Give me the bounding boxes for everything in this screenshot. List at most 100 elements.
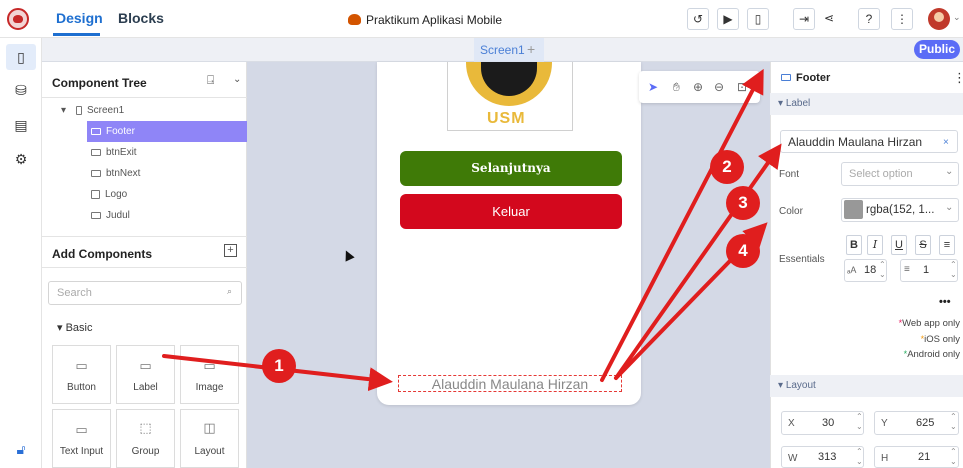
tree-item-btnexit[interactable]: btnExit (91, 147, 137, 158)
footer-label[interactable]: Alauddin Maulana Hirzan (398, 376, 622, 392)
tab-blocks[interactable]: Blocks (118, 10, 164, 26)
label-text-value: Alauddin Maulana Hirzan (788, 135, 923, 149)
x-label: X (788, 418, 795, 429)
more-icon[interactable]: ⋮ (953, 70, 963, 86)
component-layout[interactable] (180, 409, 239, 468)
history-icon[interactable]: ↺ (687, 8, 709, 30)
add-screen-button[interactable]: + (527, 41, 535, 57)
fit-screen-icon[interactable]: ⊡ (737, 80, 747, 94)
underline-icon[interactable]: U (891, 235, 907, 255)
preview-icon[interactable]: ▶ (717, 8, 739, 30)
note-android-only: *Android only (903, 349, 960, 360)
image-icon: ▭ (203, 358, 216, 373)
app-logo-icon[interactable] (7, 8, 29, 30)
align-icon[interactable]: ≡ (939, 235, 955, 255)
zoom-in-icon[interactable]: ⊕ (693, 80, 703, 94)
stepper-arrows[interactable]: ⌃ ⌄ (856, 447, 863, 467)
tree-item-screen1[interactable]: Screen1 (76, 105, 124, 116)
stepper-arrows[interactable]: ⌃ ⌄ (950, 447, 957, 467)
tree-item-logo[interactable]: Logo (91, 189, 127, 200)
note-web-only: *Web app only (898, 318, 960, 329)
stepper-arrows[interactable]: ⌃ ⌄ (879, 260, 886, 280)
tree-expand-icon[interactable]: ▾ (61, 105, 66, 116)
font-size-icon: ₐA (847, 265, 857, 275)
color-value: rgba(152, 1... (866, 204, 935, 216)
add-screen-icon[interactable]: ⍈ (207, 73, 214, 88)
note-ios-only: *iOS only (920, 334, 960, 345)
tree-item-btnnext[interactable]: btnNext (91, 168, 140, 179)
left-icon-rail (0, 38, 42, 468)
database-icon[interactable]: ⛁ (11, 80, 31, 100)
category-label: Basic (65, 322, 93, 334)
add-icon[interactable]: + (224, 244, 237, 257)
line-height-value: 1 (923, 264, 930, 276)
essentials-label: Essentials (779, 254, 825, 265)
button-icon (91, 169, 101, 177)
zoom-out-icon[interactable]: ⊖ (714, 80, 724, 94)
screen-tab-label[interactable]: Screen1 (480, 43, 525, 57)
w-value: 313 (818, 451, 837, 463)
line-height-icon: ≡ (904, 264, 910, 275)
stepper-arrows[interactable]: ⌃ ⌄ (950, 412, 957, 432)
user-avatar[interactable] (928, 8, 950, 30)
chevron-down-icon: ⌄ (945, 202, 954, 213)
font-label: Font (779, 169, 800, 180)
lock-icon[interactable]: 🔓︎ (11, 439, 31, 459)
tree-item-judul[interactable]: Judul (91, 210, 130, 221)
public-button[interactable]: Public (914, 40, 960, 59)
next-button[interactable]: Selanjutnya (400, 151, 622, 186)
more-options-icon[interactable]: ••• (939, 296, 951, 308)
stepper-arrows[interactable]: ⌃ ⌄ (950, 260, 957, 280)
component-name: Footer (796, 72, 831, 84)
help-icon[interactable]: ? (858, 8, 880, 30)
font-size-value: 18 (864, 264, 877, 276)
divider (42, 267, 247, 268)
component-text-input[interactable] (52, 409, 111, 468)
stepper-arrows[interactable]: ⌃ ⌄ (856, 412, 863, 432)
component-group[interactable] (116, 409, 175, 468)
component-button[interactable] (52, 345, 111, 404)
device-preview-icon[interactable]: ▯ (747, 8, 769, 30)
color-swatch[interactable] (844, 200, 863, 219)
settings-icon[interactable]: ⚙ (11, 149, 31, 169)
clear-icon[interactable]: × (943, 137, 949, 148)
add-components-title: Add Components (52, 247, 152, 261)
pointer-icon[interactable]: ➤ (648, 80, 658, 94)
tree-item-footer[interactable]: Footer (91, 126, 135, 137)
category-basic[interactable]: ▾ Basic (57, 321, 92, 334)
screen-icon[interactable]: ▯ (11, 47, 31, 67)
component-image[interactable] (180, 345, 239, 404)
search-icon: ⌕ (227, 286, 233, 296)
text-input-icon: ▭ (75, 422, 88, 437)
component-label-item[interactable] (116, 345, 175, 404)
y-value: 625 (916, 417, 935, 429)
bold-icon[interactable]: B (846, 235, 862, 255)
button-icon: ▭ (75, 358, 88, 373)
chevron-down-icon[interactable]: ⌄ (953, 12, 961, 23)
note-text: Web app only (902, 318, 960, 329)
strikethrough-icon[interactable]: S (915, 235, 931, 255)
hand-icon[interactable]: ✋︎ (673, 80, 680, 95)
component-label: Label (133, 382, 158, 393)
image-icon (91, 189, 100, 199)
chevron-down-icon[interactable]: ⌄ (233, 74, 241, 85)
font-select-placeholder: Select option (849, 168, 913, 180)
project-title[interactable]: Praktikum Aplikasi Mobile (366, 13, 502, 27)
tab-design[interactable]: Design (56, 10, 103, 26)
chevron-down-icon: ⌄ (945, 166, 954, 177)
component-label: Group (131, 446, 160, 457)
label-icon (781, 74, 791, 81)
color-label: Color (779, 206, 803, 217)
more-icon[interactable]: ⋮ (891, 8, 913, 30)
tree-item-label: Judul (106, 210, 130, 221)
divider (42, 97, 247, 98)
exit-button[interactable]: Keluar (400, 194, 622, 229)
italic-icon[interactable]: I (867, 235, 883, 255)
assets-icon[interactable]: ▤ (11, 115, 31, 135)
tree-item-label: btnNext (106, 168, 141, 179)
export-icon[interactable]: ⇥ (793, 8, 815, 30)
layout-icon: ◫ (203, 420, 216, 435)
note-text: Android only (907, 349, 960, 360)
share-icon[interactable]: ⋖ (818, 8, 840, 30)
component-label: Text Input (59, 446, 104, 457)
